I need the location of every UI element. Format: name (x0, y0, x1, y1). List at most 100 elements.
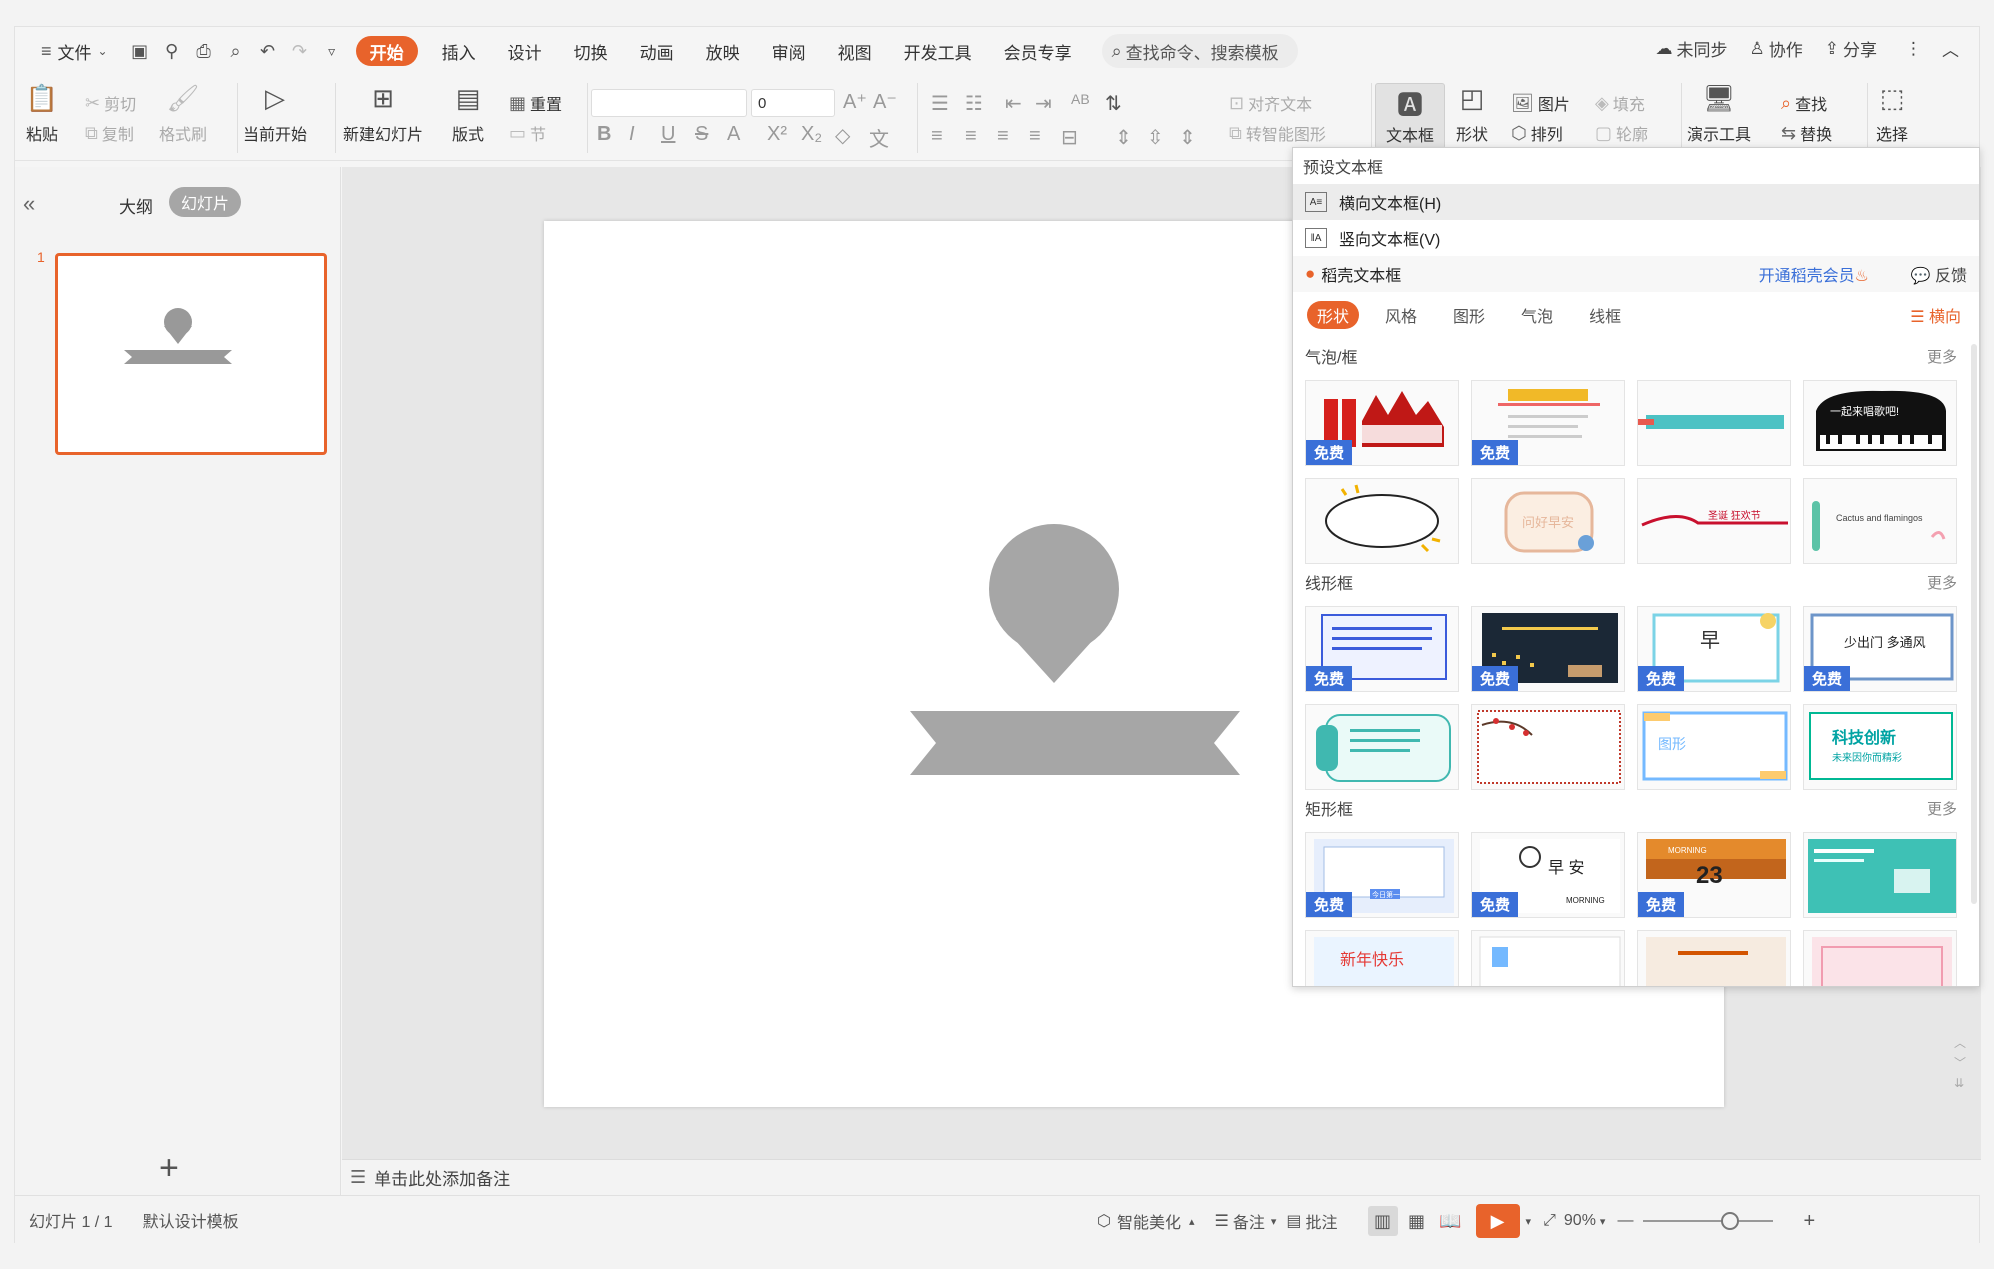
template-tile[interactable]: Cactus and flamingos (1803, 478, 1957, 564)
sorter-view-icon[interactable]: ▦ (1402, 1206, 1432, 1236)
orientation-toggle[interactable]: ☰ 横向 (1910, 303, 1961, 327)
align-left-icon[interactable]: ≡ (931, 125, 943, 148)
tab-view[interactable]: 视图 (822, 36, 888, 66)
layout-button[interactable]: ▤ 版式 (451, 75, 485, 145)
collab-button[interactable]: ♙ 协作 (1750, 36, 1803, 61)
text-direction-icon[interactable]: AB (1071, 91, 1090, 107)
picture-button[interactable]: 🖼 图片 (1511, 91, 1570, 115)
template-tile[interactable]: 免费 (1305, 380, 1459, 466)
cat-wireframe[interactable]: 线框 (1579, 301, 1631, 329)
font-color-icon[interactable]: A (727, 123, 740, 146)
sync-button[interactable]: ☁ 未同步 (1656, 36, 1728, 61)
sort-icon[interactable]: ⇅ (1105, 91, 1122, 116)
add-slide-button[interactable]: + (159, 1149, 179, 1188)
fill-button[interactable]: ◈ 填充 (1595, 91, 1645, 115)
bullet-list-icon[interactable]: ☰ (931, 91, 949, 116)
cat-bubble[interactable]: 气泡 (1511, 301, 1563, 329)
collapse-panel-icon[interactable]: « (23, 191, 35, 217)
increase-font-icon[interactable]: A⁺ (843, 89, 867, 114)
new-slide-button[interactable]: ⊞ 新建幻灯片 (343, 75, 423, 145)
template-tile[interactable]: 问好早安 (1471, 478, 1625, 564)
template-tile[interactable] (1471, 930, 1625, 986)
template-tile[interactable]: 免费 (1305, 606, 1459, 692)
subscript-icon[interactable]: X₂ (801, 123, 822, 146)
vertical-textbox-item[interactable]: ‖A 竖向文本框(V) (1293, 220, 1979, 256)
dropdown-scrollbar[interactable] (1971, 344, 1977, 904)
tab-slides[interactable]: 幻灯片 (169, 187, 242, 217)
notes-area[interactable]: ☰ 单击此处添加备注 (342, 1159, 1981, 1195)
outline-button[interactable]: ▢ 轮廓 (1595, 121, 1648, 145)
feedback-link[interactable]: 💬 反馈 (1911, 262, 1967, 286)
notes-toggle[interactable]: 备注 (1233, 1209, 1265, 1233)
decrease-indent-icon[interactable]: ⇤ (1005, 91, 1022, 116)
template-tile[interactable]: 早 免费 (1637, 606, 1791, 692)
font-family-select[interactable] (591, 89, 747, 117)
zoom-out-icon[interactable]: — (1617, 1212, 1633, 1230)
template-tile[interactable]: 少出门 多通风 免费 (1803, 606, 1957, 692)
template-tile[interactable]: 今日第一 免费 (1305, 832, 1459, 918)
slide-thumbnail[interactable] (55, 253, 327, 455)
more-bubble-link[interactable]: 更多 (1927, 346, 1957, 367)
align-text-button[interactable]: ⊡ 对齐文本 (1229, 91, 1312, 115)
paragraph-spacing-icon[interactable]: ⇳ (1147, 125, 1164, 150)
template-tile[interactable]: 一起来唱歌吧! (1803, 380, 1957, 466)
align-center-icon[interactable]: ≡ (965, 125, 977, 148)
template-tile[interactable] (1637, 380, 1791, 466)
save-icon[interactable]: ▣ (124, 36, 156, 66)
tab-outline[interactable]: 大纲 (119, 193, 153, 218)
horizontal-textbox-item[interactable]: A≡ 横向文本框(H) (1293, 184, 1979, 220)
replace-button[interactable]: ⇆ 替换 (1781, 121, 1832, 145)
decrease-font-icon[interactable]: A⁻ (873, 89, 897, 114)
zoom-in-icon[interactable]: + (1803, 1210, 1815, 1233)
find-button[interactable]: ⌕ 查找 (1781, 91, 1827, 115)
cut-button[interactable]: ✂ 剪切 (85, 91, 136, 115)
template-tile[interactable]: MORNING 23 免费 (1637, 832, 1791, 918)
search-input[interactable]: ⌕ 查找命令、搜索模板 (1101, 34, 1298, 68)
section-button[interactable]: ▭ 节 (509, 121, 546, 145)
collapse-ribbon-icon[interactable]: ︿ (1942, 36, 1959, 61)
template-tile[interactable]: 免费 (1471, 606, 1625, 692)
tab-developer[interactable]: 开发工具 (888, 36, 988, 66)
copy-button[interactable]: ⧉ 复制 (85, 121, 134, 145)
tab-review[interactable]: 审阅 (756, 36, 822, 66)
reset-button[interactable]: ▦ 重置 (509, 91, 562, 115)
zoom-level[interactable]: 90% (1564, 1212, 1596, 1230)
template-name[interactable]: 默认设计模板 (143, 1208, 239, 1232)
cat-style[interactable]: 风格 (1375, 301, 1427, 329)
shape-button[interactable]: ◰ 形状 (1455, 75, 1489, 145)
template-tile[interactable]: 新年快乐 (1305, 930, 1459, 986)
print-icon[interactable]: ⎙ (188, 36, 220, 66)
strikethrough-icon[interactable]: S (695, 123, 708, 146)
play-slideshow-button[interactable]: ▶ (1475, 1204, 1520, 1238)
bold-icon[interactable]: B (597, 123, 611, 146)
format-painter-button[interactable]: 🖌 格式刷 (159, 75, 207, 145)
share-button[interactable]: ⇪ 分享 (1825, 36, 1877, 61)
tab-design[interactable]: 设计 (492, 36, 558, 66)
template-tile[interactable]: 图形 (1637, 704, 1791, 790)
eraser-icon[interactable]: ◇ (835, 123, 850, 148)
line-spacing-icon[interactable]: ⇕ (1115, 125, 1132, 150)
template-tile[interactable] (1305, 704, 1459, 790)
template-tile[interactable] (1305, 478, 1459, 564)
customize-icon[interactable]: ▿ (316, 36, 348, 66)
numbered-list-icon[interactable]: ☷ (965, 91, 983, 116)
cat-shape[interactable]: 形状 (1307, 301, 1360, 329)
template-tile[interactable]: 早 安 MORNING 免费 (1471, 832, 1625, 918)
template-tile[interactable] (1803, 832, 1957, 918)
template-tile[interactable]: 科技创新 未来因你而精彩 (1803, 704, 1957, 790)
align-right-icon[interactable]: ≡ (997, 125, 1009, 148)
tab-home[interactable]: 开始 (355, 36, 418, 66)
justify-icon[interactable]: ≡ (1029, 125, 1041, 148)
undo-icon[interactable]: ↶ (252, 36, 284, 66)
underline-icon[interactable]: U (661, 123, 675, 146)
fit-window-icon[interactable]: ⤢ (1543, 1212, 1556, 1230)
more-line-link[interactable]: 更多 (1927, 572, 1957, 593)
distribute-icon[interactable]: ⊟ (1061, 125, 1078, 150)
tab-transition[interactable]: 切换 (558, 36, 624, 66)
select-button[interactable]: ⬚ 选择 (1875, 75, 1909, 145)
format-icon[interactable]: ⚲ (156, 36, 188, 66)
reading-view-icon[interactable]: 📖 (1436, 1206, 1466, 1236)
font-size-select[interactable]: 0 (751, 89, 835, 117)
redo-icon[interactable]: ↷ (284, 36, 316, 66)
zoom-slider[interactable] (1643, 1212, 1774, 1230)
